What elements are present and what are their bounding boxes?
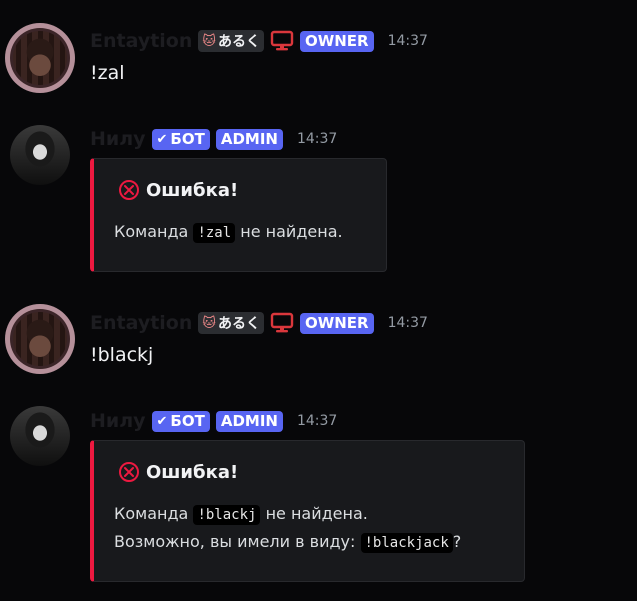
message-text: !blackj — [90, 344, 154, 366]
server-tag[interactable]: 🐱 あるく — [198, 30, 264, 52]
username[interactable]: Entaytion — [90, 312, 192, 334]
error-embed: Ошибка! Команда !blackj не найдена. Возм… — [90, 440, 525, 582]
avatar[interactable] — [10, 125, 70, 185]
embed-code: !blackjack — [360, 533, 453, 553]
embed-title-text: Ошибка! — [146, 461, 239, 483]
embed-description: Команда !blackj не найдена. — [114, 504, 368, 525]
server-tag-label: あるく — [217, 34, 260, 50]
embed-description: Команда !zal не найдена. — [114, 222, 343, 243]
message-text: !zal — [90, 62, 125, 84]
embed-text: Команда — [114, 504, 189, 523]
error-circle-icon — [119, 462, 139, 482]
embed-suggestion: Возможно, вы имели в виду: !blackjack? — [114, 532, 462, 553]
error-circle-icon — [119, 180, 139, 200]
bot-badge-label: БОТ — [170, 130, 205, 148]
server-tag[interactable]: 🐱 あるく — [198, 312, 264, 334]
message-header: Entaytion 🐱 あるく OWNER 14:37 — [90, 311, 428, 335]
message-header: Нилу ✔ БОТ ADMIN 14:37 — [90, 127, 337, 151]
timestamp[interactable]: 14:37 — [297, 131, 337, 147]
role-badge-owner[interactable]: OWNER — [299, 312, 374, 334]
error-embed: Ошибка! Команда !zal не найдена. — [90, 158, 387, 272]
role-badge-owner[interactable]: OWNER — [299, 30, 374, 52]
avatar[interactable] — [10, 406, 70, 466]
embed-code: !zal — [193, 223, 236, 243]
monitor-icon — [270, 30, 294, 51]
timestamp[interactable]: 14:37 — [388, 33, 428, 49]
cat-icon: 🐱 — [202, 33, 216, 49]
timestamp[interactable]: 14:37 — [297, 413, 337, 429]
role-badge-admin[interactable]: ADMIN — [215, 410, 283, 432]
username[interactable]: Нилу — [90, 410, 146, 432]
embed-code: !blackj — [193, 505, 261, 525]
avatar[interactable] — [10, 309, 70, 369]
username[interactable]: Entaytion — [90, 30, 192, 52]
embed-text: Возможно, вы имели в виду: — [114, 532, 356, 551]
role-badge-admin[interactable]: ADMIN — [215, 128, 283, 150]
timestamp[interactable]: 14:37 — [388, 315, 428, 331]
bot-badge-label: БОТ — [170, 412, 205, 430]
check-icon: ✔ — [156, 413, 168, 429]
message-header: Нилу ✔ БОТ ADMIN 14:37 — [90, 409, 337, 433]
embed-text: не найдена. — [240, 222, 343, 241]
bot-badge: ✔ БОТ — [151, 410, 210, 432]
server-tag-label: あるく — [217, 316, 260, 332]
monitor-icon — [270, 312, 294, 333]
embed-title: Ошибка! — [118, 179, 238, 201]
embed-title: Ошибка! — [118, 461, 238, 483]
embed-text: Команда — [114, 222, 189, 241]
avatar[interactable] — [10, 28, 70, 88]
embed-text: не найдена. — [265, 504, 368, 523]
embed-title-text: Ошибка! — [146, 179, 239, 201]
check-icon: ✔ — [156, 131, 168, 147]
username[interactable]: Нилу — [90, 128, 146, 150]
embed-text: ? — [452, 532, 462, 551]
message-header: Entaytion 🐱 あるく OWNER 14:37 — [90, 29, 428, 53]
bot-badge: ✔ БОТ — [151, 128, 210, 150]
cat-icon: 🐱 — [202, 315, 216, 331]
